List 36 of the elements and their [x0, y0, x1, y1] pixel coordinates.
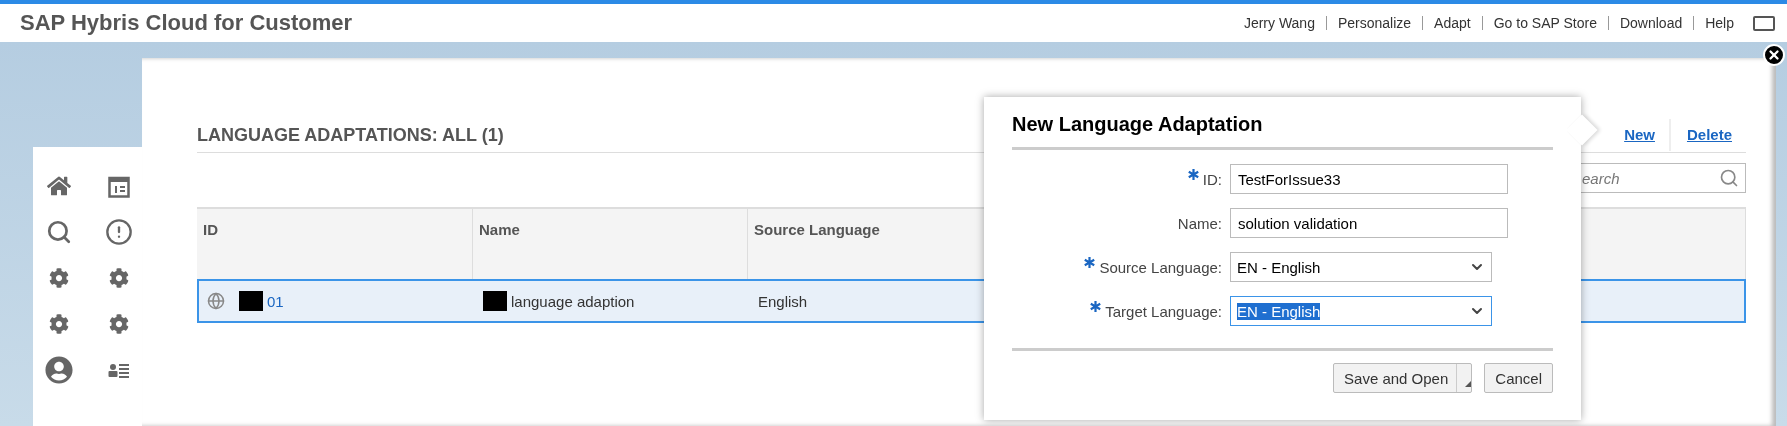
table-cell: English [758, 292, 808, 310]
field-label: Target Language: [1105, 302, 1222, 320]
field-label: ID: [1202, 170, 1222, 188]
action-link[interactable]: New [1608, 119, 1669, 151]
header-link[interactable]: Jerry Wang [1232, 16, 1326, 30]
header-link[interactable]: Download [1607, 16, 1694, 30]
split-button[interactable]: Save and Open [1333, 363, 1473, 393]
field-label: Source Language: [1099, 258, 1222, 276]
action-link[interactable]: Delete [1668, 119, 1746, 151]
table-cell: language adaption [511, 292, 635, 310]
language-select[interactable]: EN - English [1230, 296, 1492, 326]
list-title: LANGUAGE ADAPTATIONS: ALL (1) [197, 124, 504, 146]
input-field[interactable]: solution validation [1230, 208, 1508, 238]
header-link[interactable]: Personalize [1325, 16, 1423, 30]
required-icon [1090, 300, 1102, 312]
field-label: Name: [1177, 214, 1222, 232]
window-icon[interactable] [1753, 15, 1775, 31]
header-link[interactable]: Help [1693, 16, 1745, 30]
cancel-button[interactable]: Cancel [1484, 363, 1553, 393]
menu-caret-icon[interactable] [1465, 381, 1472, 387]
header-link[interactable]: Adapt [1422, 16, 1482, 30]
input-field[interactable]: TestForIssue33 [1230, 164, 1508, 194]
globe-icon [207, 292, 225, 310]
required-icon [1187, 168, 1199, 180]
language-select[interactable]: EN - English [1230, 252, 1492, 282]
close-icon [1767, 48, 1781, 62]
id-link[interactable]: 01 [267, 292, 284, 310]
search-icon[interactable] [1719, 168, 1739, 188]
required-icon [1084, 256, 1096, 268]
search-placeholder: earch [1582, 169, 1620, 187]
dialog-title: New Language Adaptation [1012, 97, 1553, 150]
redaction-block [239, 291, 263, 311]
redaction-block [483, 291, 507, 311]
app-title: SAP Hybris Cloud for Customer [20, 10, 353, 36]
header-link[interactable]: Go to SAP Store [1481, 16, 1608, 30]
close-button[interactable] [1763, 44, 1785, 66]
